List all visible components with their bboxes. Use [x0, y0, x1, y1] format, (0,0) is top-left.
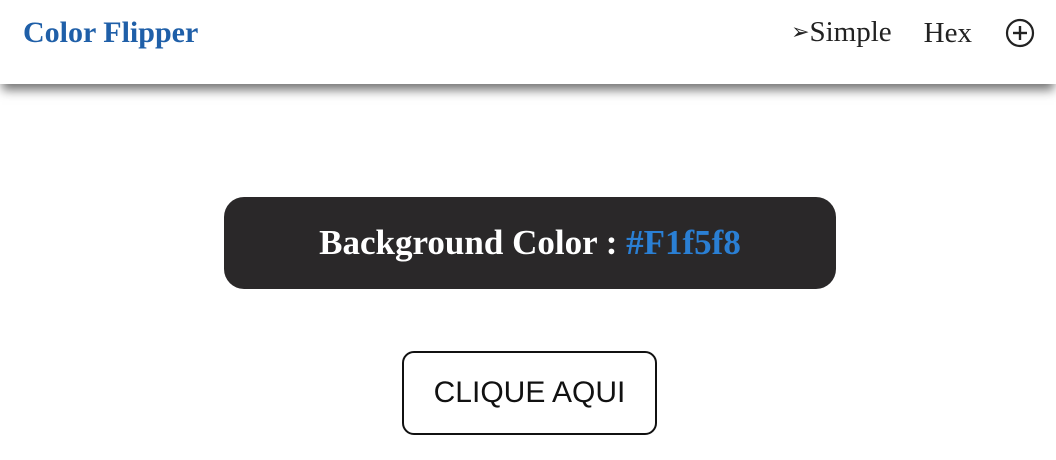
brand-logo[interactable]: Color Flipper — [23, 14, 198, 52]
nav-link-hex[interactable]: Hex — [924, 14, 972, 52]
plus-circle-icon[interactable] — [1004, 17, 1036, 49]
flip-color-button[interactable]: CLIQUE AQUI — [402, 351, 657, 435]
nav-link-simple[interactable]: ➢Simple — [791, 13, 892, 54]
nav-links: ➢Simple Hex — [791, 14, 1036, 52]
color-display: Background Color : #F1f5f8 — [224, 197, 836, 289]
color-label: Background Color : — [319, 223, 627, 262]
main-content: Background Color : #F1f5f8 CLIQUE AQUI — [0, 84, 1056, 460]
navbar: Color Flipper ➢Simple Hex — [0, 0, 1056, 84]
color-value: #F1f5f8 — [626, 223, 741, 262]
arrow-right-icon: ➢ — [791, 19, 810, 45]
nav-link-simple-label: Simple — [809, 15, 892, 48]
